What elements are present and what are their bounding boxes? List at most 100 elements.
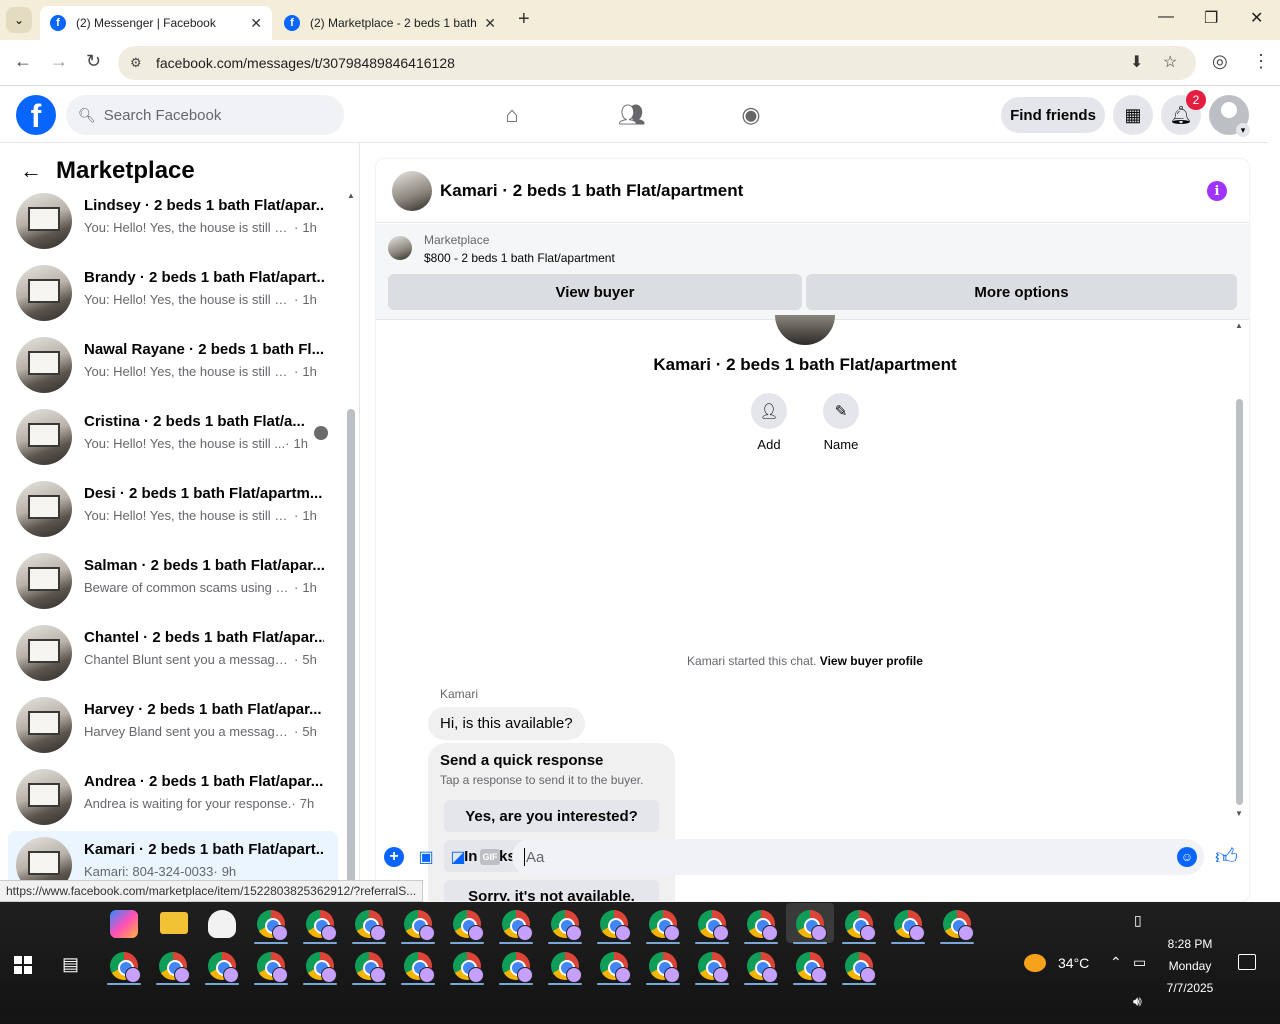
menu-grid-icon[interactable]: ▦ [1113,95,1153,135]
bookmark-star-icon[interactable]: ☆ [1163,52,1177,72]
thumbs-up-icon[interactable]: 👍︎ [1215,843,1238,870]
photo-icon[interactable]: ▣ [416,847,436,867]
conversation-item[interactable]: Cristina · 2 beds 1 bath Flat/a... You: … [8,403,338,471]
chat-scrollbar[interactable]: ▲ ▼ [1234,321,1244,827]
system-clock[interactable]: 8:28 PM Monday 7/7/2025 [1158,933,1222,999]
chrome-icon[interactable] [502,952,533,983]
chrome-icon[interactable] [649,910,680,941]
scrollbar-thumb[interactable] [1236,399,1243,805]
task-view-icon[interactable]: ▤ [62,954,79,975]
show-hidden-icons-chevron-icon[interactable]: ⌃ [1110,954,1122,971]
conversation-item[interactable]: Lindsey · 2 beds 1 bath Flat/apar... You… [8,187,338,255]
chrome-icon[interactable] [453,910,484,941]
chrome-icon[interactable] [208,952,239,983]
groups-icon[interactable]: ◉ [731,99,771,131]
chrome-icon[interactable] [649,952,680,983]
site-info-icon[interactable]: ⚙ [130,55,142,71]
kebab-menu-icon[interactable]: ⋮ [1252,51,1270,72]
gif-icon[interactable]: GIF [480,849,500,865]
listing-price-title[interactable]: $800 - 2 beds 1 bath Flat/apartment [424,251,615,265]
chrome-icon[interactable] [747,910,778,941]
conversation-item[interactable]: Andrea · 2 beds 1 bath Flat/apar... Andr… [8,763,338,831]
scroll-down-icon[interactable]: ▼ [1235,809,1243,818]
add-action[interactable]: 👤︎ Add [739,393,799,452]
chrome-icon[interactable] [551,952,582,983]
close-tab-icon[interactable]: ✕ [250,15,262,32]
chrome-icon[interactable] [453,952,484,983]
scroll-up-icon[interactable]: ▲ [347,191,355,200]
conversation-item[interactable]: Harvey · 2 beds 1 bath Flat/apar... Harv… [8,691,338,759]
facebook-logo[interactable]: f [16,95,56,135]
phone-link-icon[interactable]: ▯ [1134,912,1142,929]
view-buyer-profile-link[interactable]: View buyer profile [820,654,923,668]
restore-icon[interactable]: ❐ [1204,8,1218,28]
back-arrow-icon[interactable]: ← [20,158,42,184]
chrome-icon[interactable] [404,952,435,983]
profile-icon[interactable]: ◎ [1212,51,1228,72]
windows-start-icon[interactable] [14,956,32,974]
home-icon[interactable]: ⌂ [492,99,532,131]
chrome-icon[interactable] [845,910,876,941]
chrome-icon[interactable] [600,910,631,941]
chrome-icon[interactable] [698,952,729,983]
chrome-icon[interactable] [355,952,386,983]
chrome-icon[interactable] [110,952,141,983]
conversation-item[interactable]: Nawal Rayane · 2 beds 1 bath Fl... You: … [8,331,338,399]
chrome-icon[interactable] [404,910,435,941]
chrome-icon[interactable] [306,952,337,983]
tab-marketplace[interactable]: f (2) Marketplace - 2 beds 1 bath ✕ [274,6,506,40]
forward-arrow-icon[interactable]: → [50,51,68,72]
file-explorer-icon[interactable] [160,912,188,934]
chrome-icon[interactable] [698,910,729,941]
tab-messenger[interactable]: f (2) Messenger | Facebook ✕ [40,6,272,40]
pencil-icon[interactable]: ✎ [823,393,859,429]
chrome-icon[interactable] [159,952,190,983]
quick-response-option[interactable]: Yes, are you interested? [444,800,659,832]
friends-icon[interactable]: 👥︎ [612,99,652,131]
conversation-list-scrollbar[interactable]: ▲ [346,191,356,891]
back-arrow-icon[interactable]: ← [14,51,32,72]
chrome-icon[interactable] [600,952,631,983]
chrome-icon[interactable] [502,910,533,941]
more-options-button[interactable]: More options [806,274,1237,310]
new-tab-plus-icon[interactable]: + [518,8,530,31]
plus-icon[interactable]: + [384,847,404,867]
chrome-icon[interactable] [355,910,386,941]
chrome-icon[interactable] [796,910,827,941]
volume-icon[interactable]: 🔊︎ [1133,993,1142,1010]
notification-center-icon[interactable] [1238,954,1256,970]
close-tab-icon[interactable]: ✕ [484,15,496,32]
chrome-icon[interactable] [257,910,288,941]
conversation-item[interactable]: Desi · 2 beds 1 bath Flat/apartm... You:… [8,475,338,543]
search-input[interactable]: 🔍︎ Search Facebook [66,95,344,135]
window-close-icon[interactable]: ✕ [1250,8,1263,28]
chrome-icon[interactable] [943,910,974,941]
copilot-icon[interactable] [110,910,138,938]
chrome-icon[interactable] [796,952,827,983]
minimize-icon[interactable]: — [1158,8,1174,26]
network-icon[interactable]: ▭ [1133,954,1146,971]
sticker-icon[interactable]: ◪ [448,847,468,867]
paint-icon[interactable] [208,910,236,938]
view-buyer-button[interactable]: View buyer [388,274,802,310]
chat-title[interactable]: Kamari · 2 beds 1 bath Flat/apartment [440,181,743,201]
conversation-item[interactable]: Brandy · 2 beds 1 bath Flat/apart... You… [8,259,338,327]
chrome-icon[interactable] [306,910,337,941]
conversation-item[interactable]: Chantel · 2 beds 1 bath Flat/apar... Cha… [8,619,338,687]
chrome-icon[interactable] [894,910,925,941]
conversation-item[interactable]: Salman · 2 beds 1 bath Flat/apar... Bewa… [8,547,338,615]
add-person-icon[interactable]: 👤︎ [751,393,787,429]
chrome-icon[interactable] [551,910,582,941]
scrollbar-thumb[interactable] [347,409,355,891]
install-app-icon[interactable]: ⬇ [1130,52,1143,72]
chat-listing-thumbnail[interactable] [392,171,432,211]
address-bar[interactable]: ⚙ facebook.com/messages/t/30798489846416… [118,46,1196,80]
tab-search-chevron-icon[interactable]: ⌄ [6,7,32,33]
scroll-up-icon[interactable]: ▲ [1235,321,1243,330]
chrome-icon[interactable] [747,952,778,983]
chrome-icon[interactable] [257,952,288,983]
page-scrollbar[interactable] [1268,87,1280,901]
info-icon[interactable]: i [1207,181,1227,201]
reload-icon[interactable]: ↻ [86,51,101,72]
chevron-down-icon[interactable]: ▾ [1236,123,1250,137]
